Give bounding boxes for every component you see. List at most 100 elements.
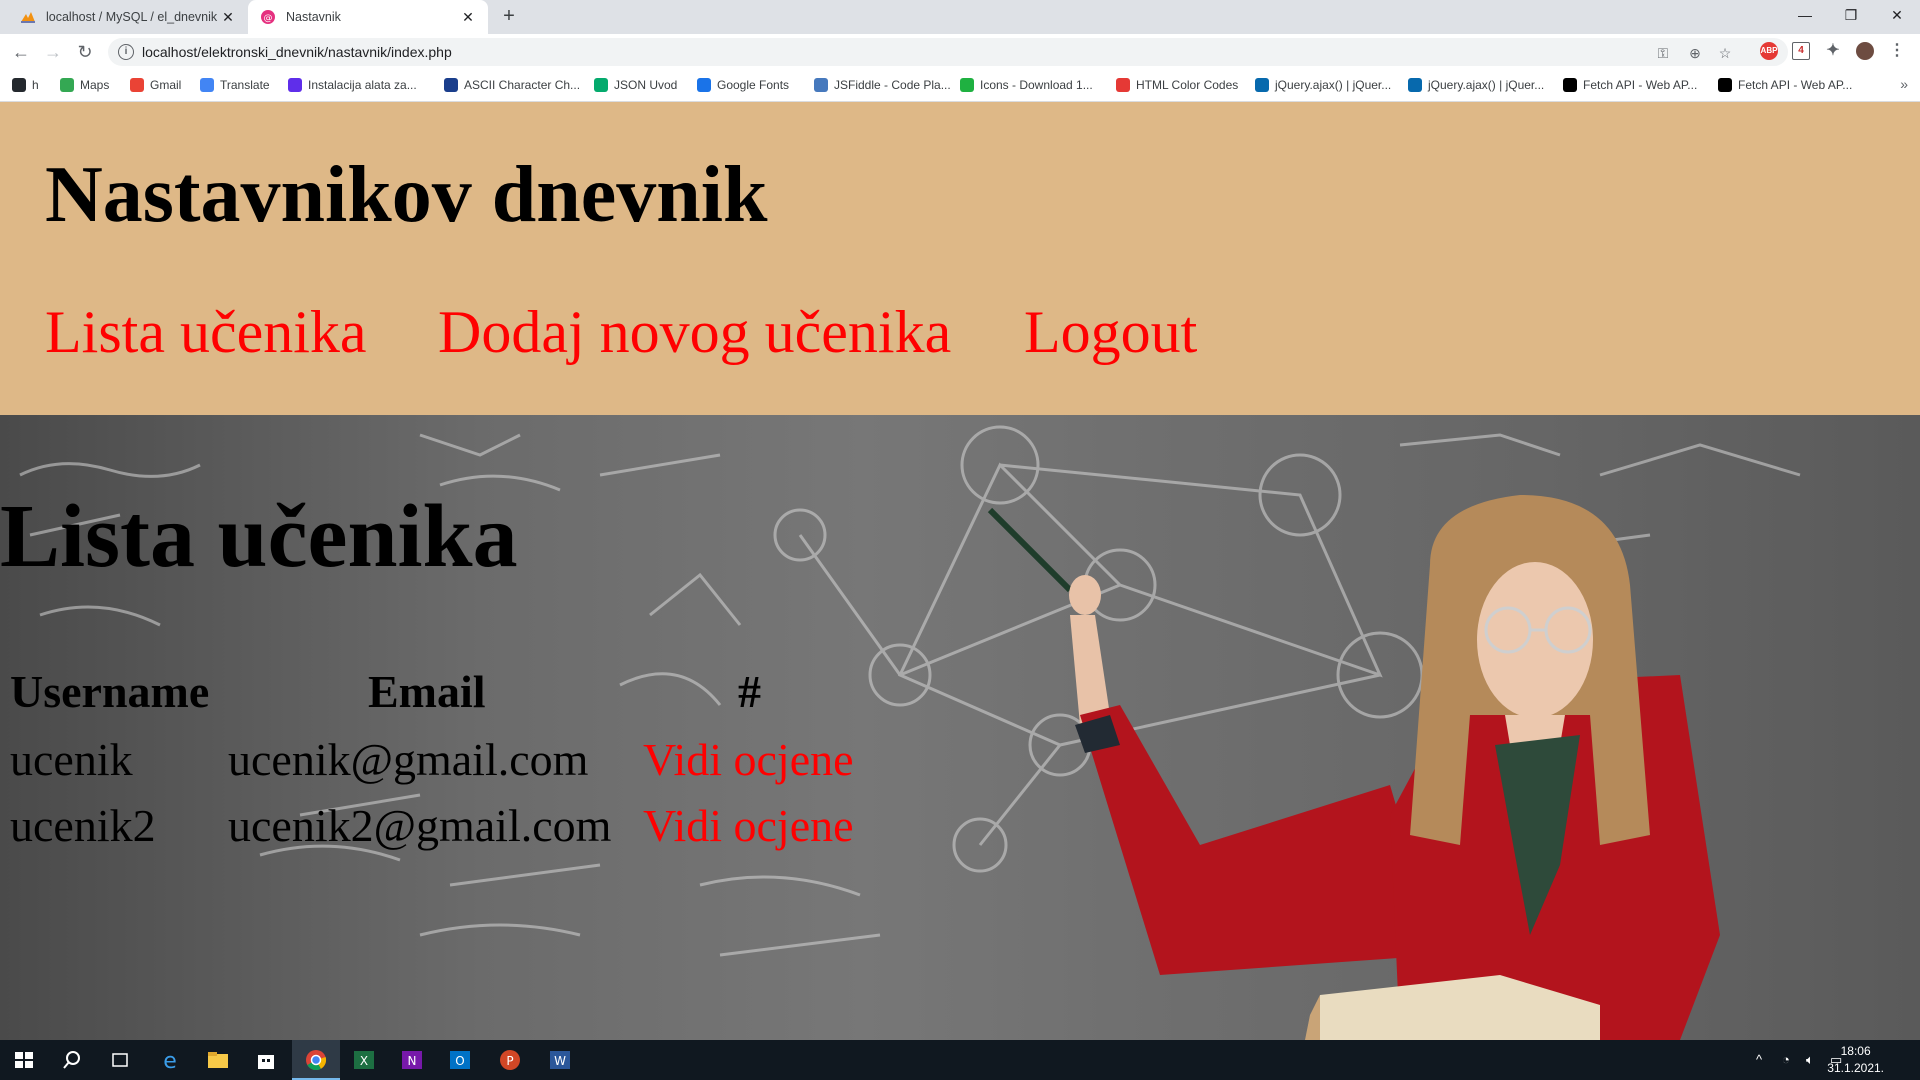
bookmark-label: Fetch API - Web AP... xyxy=(1738,78,1853,92)
task-view-icon[interactable] xyxy=(108,1048,132,1072)
bookmarks-more-button[interactable]: » xyxy=(1900,76,1908,92)
tab-title: localhost / MySQL / el_dnevnik / xyxy=(46,10,220,24)
clock-date: 31.1.2021. xyxy=(1827,1061,1884,1075)
bookmark-item[interactable]: Gmail xyxy=(130,78,181,92)
fonts-icon xyxy=(697,78,711,92)
restore-icon[interactable]: ❐ xyxy=(1828,0,1874,30)
bookmark-label: Google Fonts xyxy=(717,78,790,92)
svg-text:W: W xyxy=(554,1054,566,1068)
bookmark-label: HTML Color Codes xyxy=(1136,78,1239,92)
store-icon[interactable] xyxy=(254,1048,278,1072)
volume-icon[interactable]: 🔈︎ xyxy=(1806,1052,1814,1068)
tab-title: Nastavnik xyxy=(286,10,341,24)
mdn-icon xyxy=(1718,78,1732,92)
bookmark-label: Instalacija alata za... xyxy=(308,78,417,92)
bookmark-item[interactable]: ASCII Character Ch... xyxy=(444,78,580,92)
bookmark-item[interactable]: Instalacija alata za... xyxy=(288,78,417,92)
adblock-icon[interactable]: ABP xyxy=(1760,42,1778,60)
reload-icon[interactable]: ↻ xyxy=(74,41,96,63)
table-header-username: Username xyxy=(10,666,210,717)
edge-icon[interactable]: e xyxy=(158,1048,182,1072)
nav-link-list[interactable]: Lista učenika xyxy=(45,298,367,367)
powerpoint-icon[interactable]: P xyxy=(498,1048,522,1072)
bookmarks-bar: h Maps Gmail Translate Instalacija alata za.… xyxy=(0,70,1920,102)
bookmark-label: Maps xyxy=(80,78,110,92)
site-title: Nastavnikov dnevnik xyxy=(45,151,768,239)
nav-link-add-student[interactable]: Dodaj novog učenika xyxy=(438,298,951,367)
mdn-icon xyxy=(1563,78,1577,92)
bookmark-label: h xyxy=(32,78,39,92)
close-icon[interactable]: ✕ xyxy=(460,9,476,26)
hero-background: Lista učenika Username Email # ucenik uc… xyxy=(0,415,1920,1040)
excel-icon[interactable]: X xyxy=(352,1048,376,1072)
bookmark-item[interactable]: JSFiddle - Code Pla... xyxy=(814,78,951,92)
svg-text:P: P xyxy=(506,1054,513,1068)
tab-phpmyadmin[interactable]: localhost / MySQL / el_dnevnik / ✕ xyxy=(8,0,248,34)
address-bar[interactable]: i localhost/elektronski_dnevnik/nastavni… xyxy=(108,38,1788,66)
info-icon[interactable]: i xyxy=(118,44,134,60)
close-icon[interactable]: ✕ xyxy=(220,9,236,26)
view-grades-link[interactable]: Vidi ocjene xyxy=(643,799,854,852)
site-icon: @ xyxy=(261,10,275,24)
nav-link-logout[interactable]: Logout xyxy=(1024,298,1197,367)
bookmark-label: Translate xyxy=(220,78,270,92)
new-tab-button[interactable]: + xyxy=(498,6,520,28)
clock-time: 18:06 xyxy=(1840,1044,1871,1058)
chevron-up-icon[interactable]: ^ xyxy=(1756,1052,1762,1067)
site-header: Nastavnikov dnevnik Lista učenika Dodaj … xyxy=(0,102,1920,415)
bookmark-label: Fetch API - Web AP... xyxy=(1583,78,1698,92)
search-icon[interactable] xyxy=(60,1048,84,1072)
tab-nastavnik[interactable]: @ Nastavnik ✕ xyxy=(248,0,488,34)
bookmark-item[interactable]: HTML Color Codes xyxy=(1116,78,1238,92)
cell-username: ucenik xyxy=(10,734,133,785)
jquery-icon xyxy=(1408,78,1422,92)
jsfiddle-icon xyxy=(814,78,828,92)
word-icon[interactable]: W xyxy=(548,1048,572,1072)
bookmark-item[interactable]: jQuery.ajax() | jQuer... xyxy=(1255,78,1391,92)
menu-icon[interactable]: ⋮ xyxy=(1888,42,1906,60)
colorcodes-icon xyxy=(1116,78,1130,92)
star-icon[interactable]: ☆ xyxy=(1716,44,1734,62)
w3-icon xyxy=(594,78,608,92)
chrome-icon[interactable] xyxy=(304,1048,328,1072)
browser-toolbar: ← → ↻ i localhost/elektronski_dnevnik/na… xyxy=(0,34,1920,70)
url-text[interactable]: localhost/elektronski_dnevnik/nastavnik/… xyxy=(142,44,452,60)
bookmark-label: Icons - Download 1... xyxy=(980,78,1093,92)
svg-text:@: @ xyxy=(264,14,273,24)
bookmark-item[interactable]: h xyxy=(12,78,39,92)
svg-text:N: N xyxy=(408,1054,417,1068)
gmail-icon xyxy=(130,78,144,92)
bookmark-item[interactable]: Maps xyxy=(60,78,109,92)
bookmark-label: jQuery.ajax() | jQuer... xyxy=(1428,78,1545,92)
bookmark-label: JSON Uvod xyxy=(614,78,678,92)
bookmark-label: JSFiddle - Code Pla... xyxy=(834,78,951,92)
calendar-icon[interactable]: 4 xyxy=(1792,42,1810,60)
key-icon[interactable]: ⚿ xyxy=(1654,44,1672,62)
bookmark-item[interactable]: JSON Uvod xyxy=(594,78,677,92)
teacher-photo xyxy=(987,495,1720,1040)
system-clock[interactable]: 18:06 31.1.2021. xyxy=(1827,1043,1884,1077)
view-grades-link[interactable]: Vidi ocjene xyxy=(643,733,854,786)
network-icon[interactable]: ◔ xyxy=(1782,1052,1790,1067)
file-explorer-icon[interactable] xyxy=(206,1048,230,1072)
minimize-icon[interactable]: — xyxy=(1782,0,1828,30)
bookmark-item[interactable]: Fetch API - Web AP... xyxy=(1718,78,1852,92)
extensions-icon[interactable]: ✦ xyxy=(1824,42,1842,60)
forward-icon[interactable]: → xyxy=(42,41,64,63)
cell-username: ucenik2 xyxy=(10,800,156,851)
phpmyadmin-icon xyxy=(21,12,35,23)
windows-start-icon[interactable] xyxy=(12,1048,36,1072)
cell-email: ucenik@gmail.com xyxy=(228,734,589,785)
avatar[interactable] xyxy=(1856,42,1874,60)
bookmark-item[interactable]: Google Fonts xyxy=(697,78,789,92)
bookmark-item[interactable]: jQuery.ajax() | jQuer... xyxy=(1408,78,1544,92)
wp-icon xyxy=(288,78,302,92)
bookmark-item[interactable]: Translate xyxy=(200,78,270,92)
bookmark-item[interactable]: Icons - Download 1... xyxy=(960,78,1093,92)
zoom-icon[interactable]: ⊕ xyxy=(1686,44,1704,62)
close-window-icon[interactable]: ✕ xyxy=(1874,0,1920,30)
onenote-icon[interactable]: N xyxy=(400,1048,424,1072)
back-icon[interactable]: ← xyxy=(10,41,32,63)
outlook-icon[interactable]: O xyxy=(448,1048,472,1072)
bookmark-item[interactable]: Fetch API - Web AP... xyxy=(1563,78,1697,92)
